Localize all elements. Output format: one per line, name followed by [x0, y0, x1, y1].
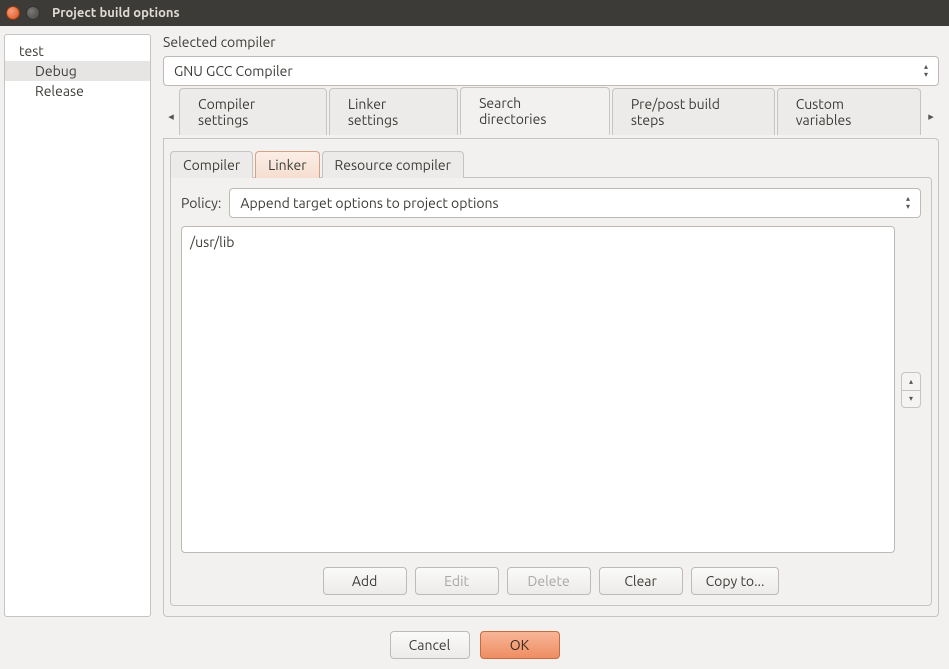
policy-label: Policy:	[181, 195, 221, 211]
subtab-compiler[interactable]: Compiler	[170, 151, 253, 178]
target-tree[interactable]: test Debug Release	[4, 34, 151, 617]
sub-panel: Policy: Append target options to project…	[170, 177, 932, 606]
tree-item-release[interactable]: Release	[5, 81, 150, 101]
delete-button[interactable]: Delete	[507, 567, 591, 595]
directory-list[interactable]: /usr/lib	[181, 226, 895, 553]
add-button[interactable]: Add	[323, 567, 407, 595]
sub-tab-row: Compiler Linker Resource compiler	[170, 145, 932, 177]
directory-list-wrap: /usr/lib ▴ ▾	[181, 226, 921, 553]
chevron-down-icon: ▾	[909, 394, 913, 403]
main-tabs: Compiler settings Linker settings Search…	[179, 86, 923, 134]
chevron-up-icon: ▴	[909, 377, 913, 386]
dialog-footer: Cancel OK	[0, 621, 949, 669]
titlebar: Project build options	[0, 0, 949, 26]
close-icon[interactable]	[6, 6, 20, 20]
move-down-button[interactable]: ▾	[901, 390, 921, 408]
tab-linker-settings[interactable]: Linker settings	[329, 88, 458, 135]
move-up-button[interactable]: ▴	[901, 372, 921, 390]
compiler-dropdown-value: GNU GCC Compiler	[174, 63, 918, 79]
main-content: test Debug Release Selected compiler GNU…	[0, 26, 949, 621]
tab-custom-variables[interactable]: Custom variables	[777, 88, 921, 135]
list-reorder-buttons: ▴ ▾	[901, 226, 921, 553]
copy-to-button[interactable]: Copy to...	[691, 567, 780, 595]
tab-pre-post-build[interactable]: Pre/post build steps	[612, 88, 775, 135]
tree-item-root[interactable]: test	[5, 41, 150, 61]
tab-scroll-left-icon[interactable]: ◂	[163, 98, 179, 134]
minimize-icon[interactable]	[26, 6, 40, 20]
selected-compiler-label: Selected compiler	[163, 34, 939, 50]
tab-compiler-settings[interactable]: Compiler settings	[179, 88, 327, 135]
ok-button[interactable]: OK	[480, 631, 560, 659]
clear-button[interactable]: Clear	[599, 567, 683, 595]
list-item[interactable]: /usr/lib	[190, 233, 886, 251]
dropdown-spinner-icon: ▴▾	[918, 63, 934, 79]
main-tab-panel: Compiler Linker Resource compiler Policy…	[163, 138, 939, 617]
right-panel: Selected compiler GNU GCC Compiler ▴▾ ◂ …	[155, 26, 949, 621]
cancel-button[interactable]: Cancel	[390, 631, 470, 659]
tab-search-directories[interactable]: Search directories	[460, 87, 610, 135]
list-button-row: Add Edit Delete Clear Copy to...	[181, 567, 921, 595]
tab-scroll-right-icon[interactable]: ▸	[923, 98, 939, 134]
subtab-resource-compiler[interactable]: Resource compiler	[322, 151, 464, 178]
compiler-dropdown[interactable]: GNU GCC Compiler ▴▾	[163, 56, 939, 86]
window-title: Project build options	[52, 6, 180, 20]
subtab-linker[interactable]: Linker	[255, 151, 319, 178]
policy-dropdown[interactable]: Append target options to project options…	[229, 188, 921, 218]
policy-dropdown-value: Append target options to project options	[240, 195, 900, 211]
policy-row: Policy: Append target options to project…	[181, 188, 921, 218]
tree-item-debug[interactable]: Debug	[5, 61, 150, 81]
edit-button[interactable]: Edit	[415, 567, 499, 595]
tree-panel: test Debug Release	[0, 26, 155, 621]
dropdown-spinner-icon: ▴▾	[900, 195, 916, 211]
main-tab-row: ◂ Compiler settings Linker settings Sear…	[163, 98, 939, 134]
